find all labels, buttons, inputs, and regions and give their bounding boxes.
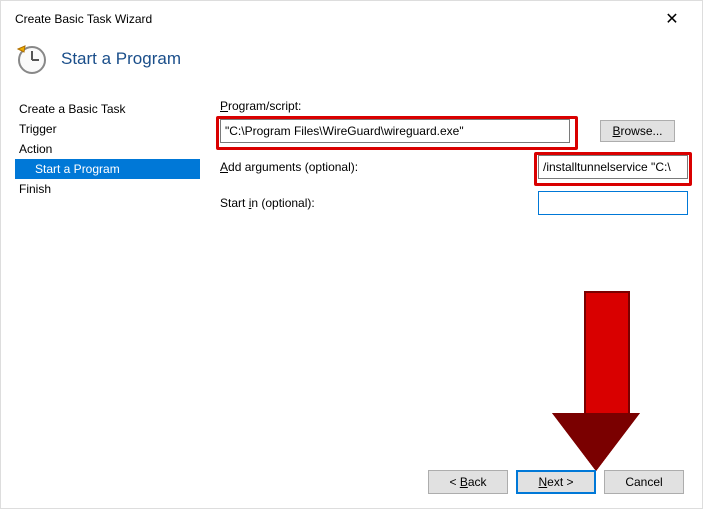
- sidebar-item-finish[interactable]: Finish: [15, 179, 200, 199]
- startin-label: Start in (optional):: [220, 196, 370, 210]
- window-title: Create Basic Task Wizard: [15, 12, 152, 26]
- cancel-button[interactable]: Cancel: [604, 470, 684, 494]
- titlebar: Create Basic Task Wizard ✕: [1, 1, 702, 33]
- sidebar-item-start-program[interactable]: Start a Program: [15, 159, 200, 179]
- wizard-header: Start a Program: [1, 33, 702, 99]
- browse-button[interactable]: Browse...: [600, 120, 675, 142]
- wizard-sidebar: Create a Basic Task Trigger Action Start…: [15, 99, 200, 199]
- sidebar-item-create-task[interactable]: Create a Basic Task: [15, 99, 200, 119]
- clock-icon: [15, 43, 47, 75]
- next-button[interactable]: Next >: [516, 470, 596, 494]
- program-script-input[interactable]: [220, 119, 570, 143]
- wizard-button-bar: < Back Next > Cancel: [428, 470, 684, 494]
- arguments-input[interactable]: [538, 155, 688, 179]
- sidebar-item-action[interactable]: Action: [15, 139, 200, 159]
- page-title: Start a Program: [61, 49, 181, 69]
- sidebar-item-trigger[interactable]: Trigger: [15, 119, 200, 139]
- wizard-main: Program/script: Browse... Add arguments …: [220, 99, 688, 215]
- startin-input[interactable]: [538, 191, 688, 215]
- program-label: Program/script:: [220, 99, 688, 113]
- back-button[interactable]: < Back: [428, 470, 508, 494]
- arguments-label: Add arguments (optional):: [220, 160, 370, 174]
- red-arrow-annotation: [575, 291, 638, 471]
- close-icon[interactable]: ✕: [652, 9, 692, 29]
